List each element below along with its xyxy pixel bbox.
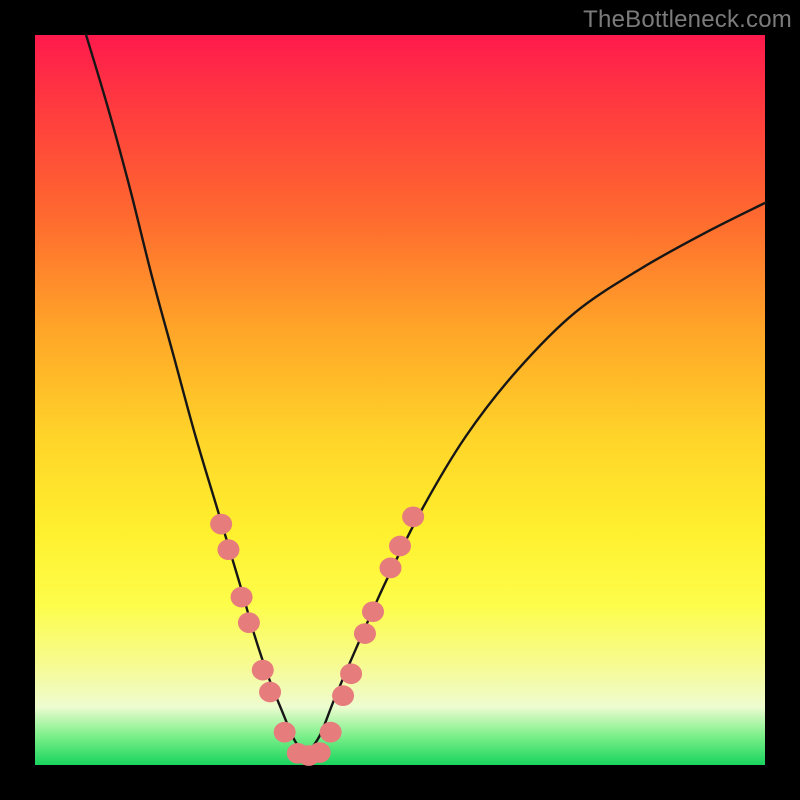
data-marker — [332, 685, 354, 706]
data-marker — [231, 587, 253, 608]
data-marker — [252, 660, 274, 681]
data-marker — [320, 722, 342, 743]
data-marker — [354, 623, 376, 644]
curve-left-branch — [86, 35, 305, 756]
data-marker — [309, 742, 331, 763]
data-marker — [389, 536, 411, 557]
data-marker — [274, 722, 296, 743]
curve-right-branch — [305, 203, 765, 756]
marker-group — [210, 506, 424, 765]
watermark-text: TheBottleneck.com — [583, 6, 792, 34]
data-marker — [217, 539, 239, 560]
data-marker — [380, 558, 402, 579]
data-marker — [362, 601, 384, 622]
data-marker — [340, 663, 362, 684]
data-marker — [259, 682, 281, 703]
data-marker — [210, 514, 232, 535]
plot-area — [35, 35, 765, 765]
chart-frame: TheBottleneck.com — [0, 0, 800, 800]
curve-layer — [35, 35, 765, 765]
data-marker — [402, 506, 424, 527]
data-marker — [238, 612, 260, 633]
